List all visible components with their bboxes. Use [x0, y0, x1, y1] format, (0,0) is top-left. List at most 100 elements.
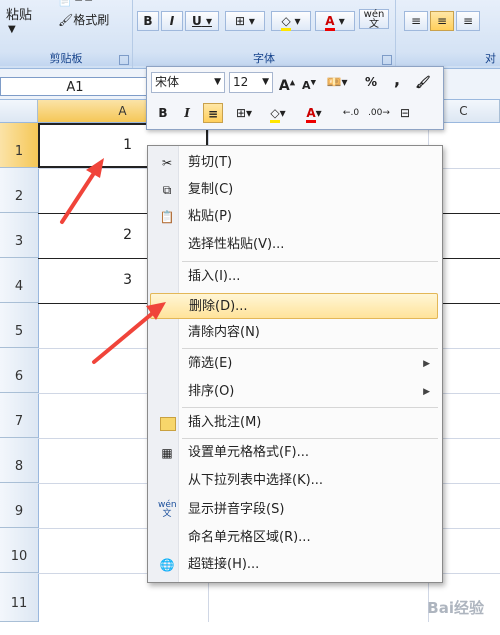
font-size-select[interactable]: 12 ▼: [229, 72, 273, 93]
submenu-arrow-icon: ▶: [423, 359, 430, 369]
menu-item-sort[interactable]: 排序(O) ▶: [150, 379, 438, 405]
alignment-group-label: 对: [396, 52, 500, 66]
fill-bucket-icon: ◇: [281, 14, 291, 31]
chevron-down-icon: ▼: [262, 77, 269, 87]
font-group-label: 字体: [133, 52, 395, 66]
row-header-3[interactable]: 3: [0, 213, 38, 258]
comment-icon: [160, 417, 176, 431]
font-color-icon: A: [306, 106, 316, 123]
format-cells-icon: ▦: [161, 446, 173, 460]
shrink-font-button[interactable]: A▼: [299, 72, 319, 92]
format-painter-button[interactable]: 🖌格式刷: [58, 11, 109, 28]
menu-item-cut[interactable]: ✂ 剪切(T): [150, 150, 438, 176]
name-box[interactable]: A1: [0, 77, 150, 96]
shrink-font-icon: A▼: [302, 78, 316, 92]
dialog-launcher-icon[interactable]: [119, 55, 129, 65]
accounting-format-button[interactable]: 💴▾: [323, 72, 351, 92]
mini-italic-button[interactable]: I: [177, 103, 197, 123]
grow-font-button[interactable]: A▲: [277, 72, 297, 94]
ribbon: 粘贴 ▼ 📄 ─ ─ 🖌格式刷 剪贴板 B I U ▾ ⊞ ▾ ◇ ▾ A ▾ …: [0, 0, 500, 69]
borders-button[interactable]: ⊞ ▾: [225, 11, 265, 31]
row-header-5[interactable]: 5: [0, 303, 38, 348]
clipboard-group-label: 剪贴板: [0, 52, 132, 66]
fill-color-button[interactable]: ◇ ▾: [271, 11, 311, 31]
mini-bold-button[interactable]: B: [153, 103, 173, 123]
menu-separator: [182, 348, 438, 349]
row-header-2[interactable]: 2: [0, 168, 38, 213]
align-center-icon: ≡: [436, 14, 448, 28]
menu-item-filter[interactable]: 筛选(E) ▶: [150, 351, 438, 377]
menu-item-define-name[interactable]: 命名单元格区域(R)...: [150, 525, 438, 551]
menu-item-paste-special[interactable]: 选择性粘贴(V)...: [150, 232, 438, 258]
align-left-icon: ≡: [410, 14, 422, 28]
scissors-icon: ✂: [161, 156, 173, 170]
format-painter-mini-button[interactable]: 🖌: [413, 72, 433, 92]
copy-icon: ⧉: [162, 183, 172, 197]
underline-button[interactable]: U ▾: [185, 11, 219, 31]
row-header-4[interactable]: 4: [0, 258, 38, 303]
menu-item-insert[interactable]: 插入(I)...: [150, 264, 438, 290]
copy-button-partial[interactable]: 📄 ─ ─: [58, 0, 118, 7]
mini-font-color-button[interactable]: A▾: [299, 103, 329, 123]
menu-item-show-phonetic[interactable]: wén 文 显示拼音字段(S): [150, 497, 438, 523]
menu-item-clear-contents[interactable]: 清除内容(N): [150, 320, 438, 346]
row-header-6[interactable]: 6: [0, 348, 38, 393]
comma-button[interactable]: ,: [387, 70, 407, 90]
row-header-11[interactable]: 11: [0, 573, 38, 622]
phonetic-icon: wén 文: [363, 9, 385, 30]
font-name-select[interactable]: 宋体 ▼: [151, 72, 225, 93]
menu-item-insert-comment[interactable]: 插入批注(M): [150, 410, 438, 436]
align-center-icon: ≡: [207, 107, 219, 121]
increase-decimal-button[interactable]: ←.0: [339, 103, 363, 123]
merge-cells-icon: ⊟: [399, 106, 411, 120]
menu-separator: [182, 438, 438, 439]
grow-font-icon: A▲: [278, 77, 296, 94]
context-menu: ✂ 剪切(T) ⧉ 复制(C) 📋 粘贴(P) 选择性粘贴(V)... 插入(I…: [147, 145, 443, 583]
align-left-button[interactable]: ≡: [404, 11, 428, 31]
brush-icon: 🖌: [415, 75, 431, 89]
alignment-group: ≡ ≡ ≡ 对: [396, 0, 500, 68]
currency-icon: 💴▾: [326, 75, 348, 89]
menu-item-delete[interactable]: 删除(D)...: [150, 293, 438, 319]
mini-borders-button[interactable]: ⊞▾: [229, 103, 259, 123]
decrease-decimal-button[interactable]: .00→: [367, 103, 391, 123]
submenu-arrow-icon: ▶: [423, 387, 430, 397]
select-all-corner[interactable]: [0, 100, 38, 122]
font-group: B I U ▾ ⊞ ▾ ◇ ▾ A ▾ wén 文 字体: [133, 0, 396, 68]
phonetic-icon: wén 文: [158, 500, 177, 519]
merge-center-button[interactable]: ⊟: [395, 103, 415, 123]
chevron-down-icon: ▼: [214, 77, 221, 87]
menu-item-pick-from-list[interactable]: 从下拉列表中选择(K)...: [150, 468, 438, 494]
menu-item-format-cells[interactable]: ▦ 设置单元格格式(F)...: [150, 440, 438, 466]
row-header-10[interactable]: 10: [0, 528, 38, 573]
menu-item-copy[interactable]: ⧉ 复制(C): [150, 177, 438, 203]
row-header-7[interactable]: 7: [0, 393, 38, 438]
row-headers: 1 2 3 4 5 6 7 8 9 10 11: [0, 123, 39, 622]
align-right-button[interactable]: ≡: [456, 11, 480, 31]
row-header-8[interactable]: 8: [0, 438, 38, 483]
mini-toolbar: 宋体 ▼ 12 ▼ A▲ A▼ 💴▾ % , 🖌 B I ≡ ⊞▾ ◇▾ A▾ …: [146, 66, 444, 130]
phonetic-button[interactable]: wén 文: [359, 9, 389, 30]
menu-item-paste[interactable]: 📋 粘贴(P): [150, 204, 438, 230]
percent-button[interactable]: %: [361, 72, 381, 92]
decrease-decimal-icon: .00→: [368, 108, 390, 118]
menu-separator: [182, 407, 438, 408]
font-dialog-launcher-icon[interactable]: [382, 55, 392, 65]
align-right-icon: ≡: [462, 14, 474, 28]
menu-separator: [182, 261, 438, 262]
border-icon: ⊞: [235, 106, 247, 120]
fill-bucket-icon: ◇: [270, 106, 280, 123]
row-header-9[interactable]: 9: [0, 483, 38, 528]
align-center-button[interactable]: ≡: [430, 11, 454, 31]
font-color-icon: A: [325, 14, 335, 31]
mini-fill-color-button[interactable]: ◇▾: [263, 103, 293, 123]
bold-button[interactable]: B: [137, 11, 159, 31]
paste-button[interactable]: 粘贴: [6, 4, 32, 23]
mini-center-button[interactable]: ≡: [203, 103, 223, 123]
menu-item-hyperlink[interactable]: 🌐 超链接(H)...: [150, 552, 438, 578]
hyperlink-icon: 🌐: [159, 558, 175, 572]
italic-button[interactable]: I: [161, 11, 183, 31]
paste-dropdown-icon[interactable]: ▼: [8, 24, 16, 35]
row-header-1[interactable]: 1: [0, 123, 38, 168]
font-color-button[interactable]: A ▾: [315, 11, 355, 31]
